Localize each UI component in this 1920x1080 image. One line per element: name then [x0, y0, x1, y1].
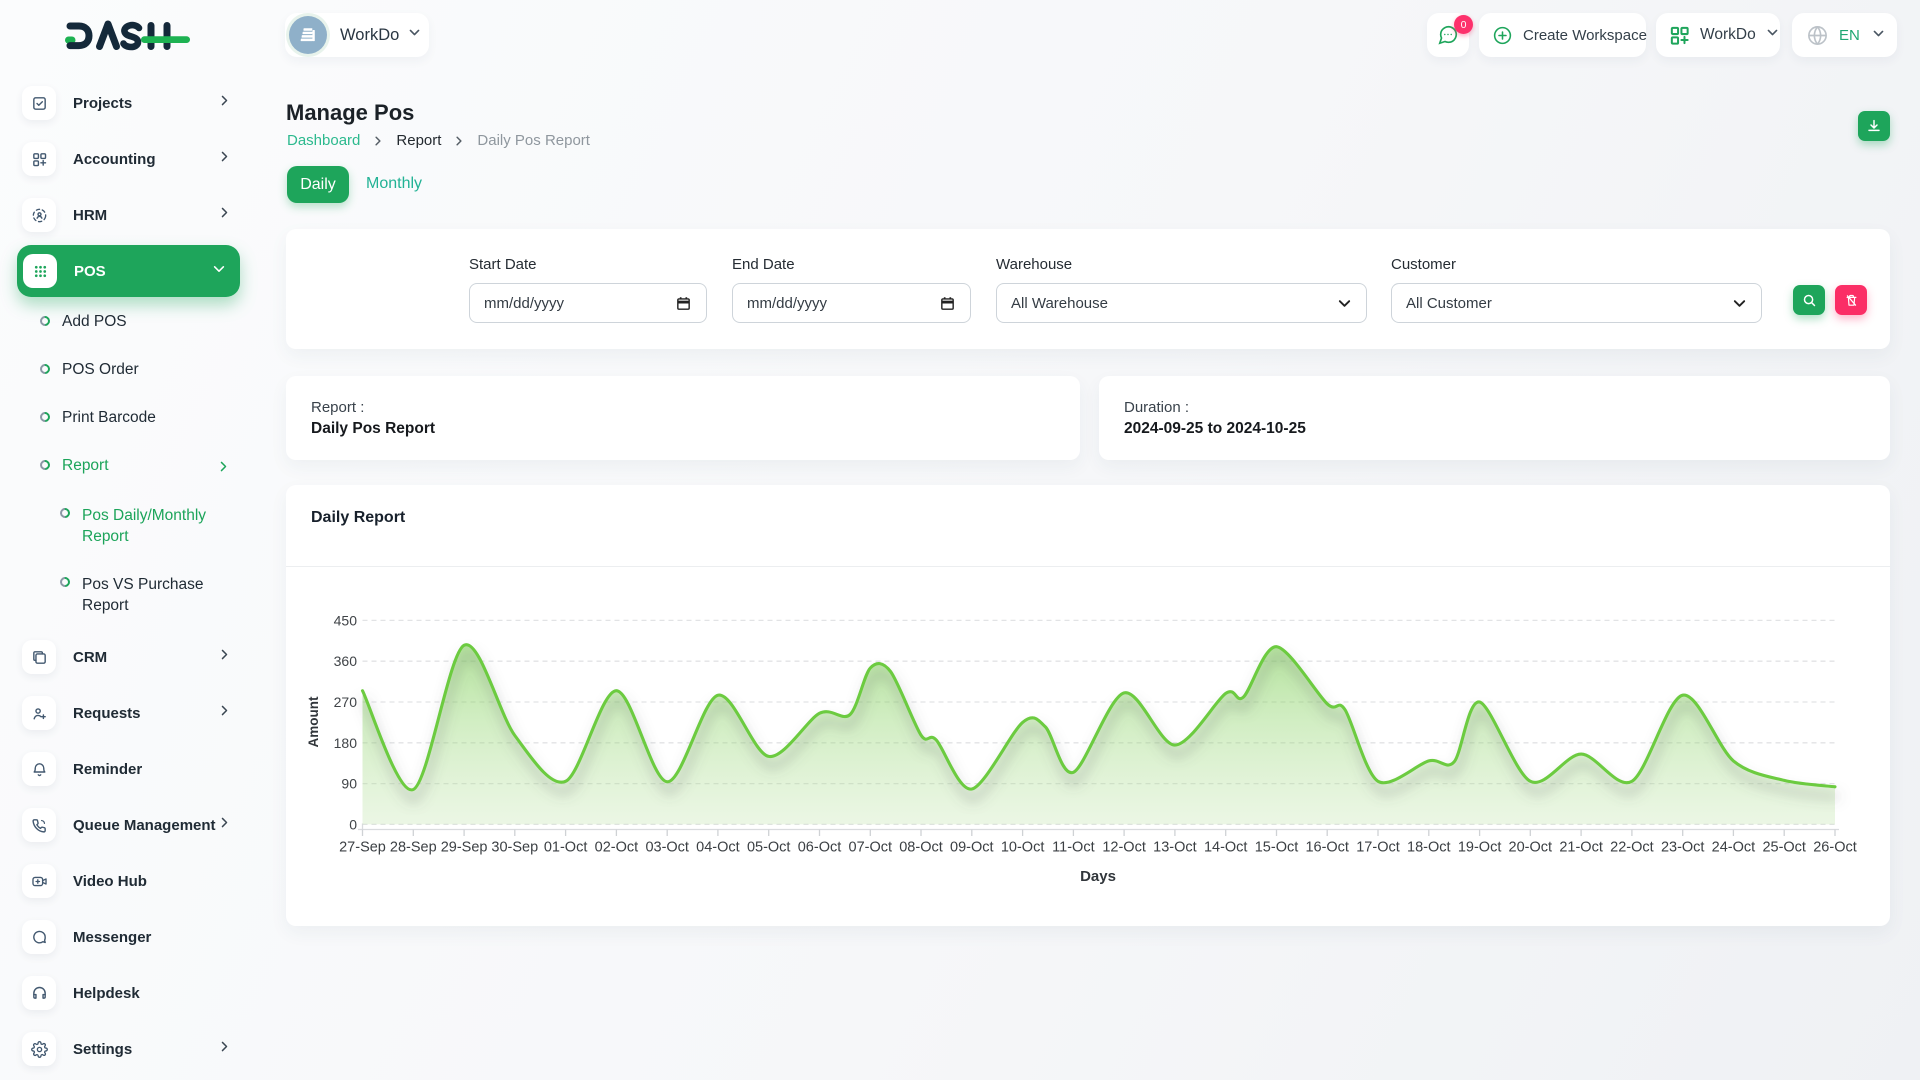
- svg-text:11-Oct: 11-Oct: [1052, 840, 1094, 856]
- svg-text:28-Sep: 28-Sep: [390, 840, 437, 856]
- svg-text:14-Oct: 14-Oct: [1204, 840, 1248, 856]
- svg-text:06-Oct: 06-Oct: [798, 840, 842, 856]
- svg-text:03-Oct: 03-Oct: [645, 840, 689, 856]
- svg-text:30-Sep: 30-Sep: [491, 840, 538, 856]
- svg-text:10-Oct: 10-Oct: [1001, 840, 1045, 856]
- svg-text:04-Oct: 04-Oct: [696, 840, 740, 856]
- svg-text:24-Oct: 24-Oct: [1712, 840, 1756, 856]
- svg-text:360: 360: [334, 653, 358, 669]
- svg-text:0: 0: [349, 816, 357, 832]
- svg-text:18-Oct: 18-Oct: [1407, 840, 1451, 856]
- svg-text:01-Oct: 01-Oct: [544, 840, 588, 856]
- svg-text:21-Oct: 21-Oct: [1559, 840, 1603, 856]
- svg-text:Amount: Amount: [306, 696, 321, 747]
- svg-text:180: 180: [334, 735, 358, 751]
- svg-text:Days: Days: [1080, 868, 1116, 885]
- svg-text:08-Oct: 08-Oct: [899, 840, 943, 856]
- svg-text:20-Oct: 20-Oct: [1509, 840, 1553, 856]
- svg-text:17-Oct: 17-Oct: [1356, 840, 1400, 856]
- svg-text:90: 90: [341, 776, 357, 792]
- svg-text:23-Oct: 23-Oct: [1661, 840, 1705, 856]
- svg-text:02-Oct: 02-Oct: [595, 840, 639, 856]
- svg-text:27-Sep: 27-Sep: [339, 840, 386, 856]
- svg-text:07-Oct: 07-Oct: [849, 840, 893, 856]
- svg-text:29-Sep: 29-Sep: [441, 840, 488, 856]
- svg-text:26-Oct: 26-Oct: [1813, 840, 1857, 856]
- svg-text:22-Oct: 22-Oct: [1610, 840, 1654, 856]
- svg-text:270: 270: [334, 694, 358, 710]
- svg-text:13-Oct: 13-Oct: [1153, 840, 1197, 856]
- svg-text:16-Oct: 16-Oct: [1305, 840, 1349, 856]
- svg-text:12-Oct: 12-Oct: [1102, 840, 1146, 856]
- svg-text:05-Oct: 05-Oct: [747, 840, 791, 856]
- svg-text:15-Oct: 15-Oct: [1255, 840, 1299, 856]
- svg-text:19-Oct: 19-Oct: [1458, 840, 1502, 856]
- svg-text:25-Oct: 25-Oct: [1762, 840, 1806, 856]
- svg-text:450: 450: [334, 612, 358, 628]
- svg-text:09-Oct: 09-Oct: [950, 840, 994, 856]
